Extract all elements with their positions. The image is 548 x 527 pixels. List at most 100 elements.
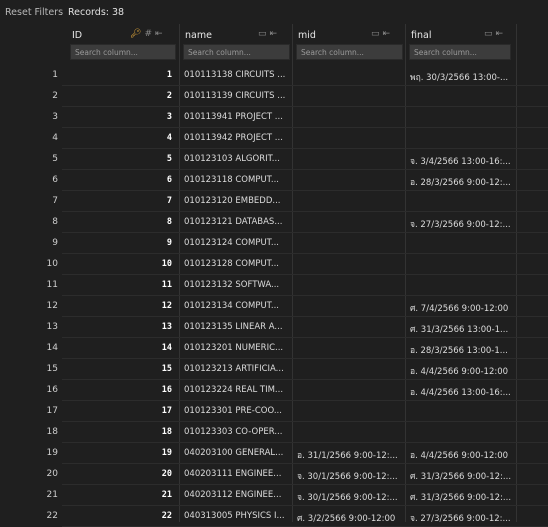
- name-search-input[interactable]: [183, 44, 290, 60]
- cell-name[interactable]: 010123213 ARTIFICIA...: [184, 364, 288, 374]
- hash-icon[interactable]: #: [144, 29, 152, 39]
- cell-id[interactable]: 20: [162, 469, 172, 479]
- cell-id[interactable]: 12: [162, 301, 172, 311]
- table-row[interactable]: 7 7 010123120 EMBEDD...: [0, 191, 548, 212]
- pin-icon[interactable]: ⇤: [270, 29, 278, 39]
- cell-final[interactable]: อ. 4/4/2566 13:00-16:...: [410, 385, 542, 399]
- cell-id[interactable]: 18: [162, 427, 172, 437]
- table-row[interactable]: 15 15 010123213 ARTIFICIA... อ. 4/4/2566 9:…: [0, 359, 548, 380]
- cell-final[interactable]: อ. 4/4/2566 9:00-12:00: [410, 364, 542, 378]
- cell-name[interactable]: 010123224 REAL TIM...: [184, 385, 288, 395]
- cell-id[interactable]: 7: [167, 196, 172, 206]
- cell-name[interactable]: 010123134 COMPUT...: [184, 301, 288, 311]
- cell-id[interactable]: 11: [162, 280, 172, 290]
- table-row[interactable]: 5 5 010123103 ALGORIT... จ. 3/4/2566 13:00-…: [0, 149, 548, 170]
- cell-mid[interactable]: จ. 30/1/2566 9:00-12:...: [297, 490, 403, 504]
- cell-name[interactable]: 010123103 ALGORIT...: [184, 154, 288, 164]
- table-row[interactable]: 4 4 010113942 PROJECT ...: [0, 128, 548, 149]
- table-row[interactable]: 1 1 010113138 CIRCUITS ... พฤ. 30/3/2566 13…: [0, 65, 548, 86]
- table-row[interactable]: 6 6 010123118 COMPUT... อ. 28/3/2566 9:00-1…: [0, 170, 548, 191]
- table-row[interactable]: 12 12 010123134 COMPUT... ศ. 7/4/2566 9:00-…: [0, 296, 548, 317]
- cell-id[interactable]: 5: [167, 154, 172, 164]
- cell-id[interactable]: 14: [162, 343, 172, 353]
- cell-mid[interactable]: อ. 31/1/2566 9:00-12:...: [297, 448, 403, 462]
- column-header-id[interactable]: ID: [72, 30, 82, 41]
- cell-final[interactable]: อ. 4/4/2566 9:00-12:00: [410, 448, 542, 462]
- cell-final[interactable]: จ. 27/3/2566 9:00-12:...: [410, 217, 542, 231]
- type-icon[interactable]: ▭: [371, 29, 380, 39]
- cell-name[interactable]: 040203100 GENERAL...: [184, 448, 288, 458]
- cell-final[interactable]: ศ. 31/3/2566 13:00-1...: [410, 322, 542, 336]
- cell-id[interactable]: 3: [167, 112, 172, 122]
- pin-icon[interactable]: ⇤: [155, 29, 163, 39]
- cell-id[interactable]: 21: [162, 490, 172, 500]
- table-row[interactable]: 2 2 010113139 CIRCUITS ...: [0, 86, 548, 107]
- cell-final[interactable]: จ. 27/3/2566 9:00-12:...: [410, 511, 542, 525]
- cell-id[interactable]: 8: [167, 217, 172, 227]
- cell-id[interactable]: 15: [162, 364, 172, 374]
- cell-mid[interactable]: จ. 30/1/2566 9:00-12:...: [297, 469, 403, 483]
- table-row[interactable]: 11 11 010123132 SOFTWA...: [0, 275, 548, 296]
- cell-final[interactable]: ศ. 7/4/2566 9:00-12:00: [410, 301, 542, 315]
- cell-name[interactable]: 010113139 CIRCUITS ...: [184, 91, 288, 101]
- cell-final[interactable]: อ. 28/3/2566 13:00-1...: [410, 343, 542, 357]
- pin-icon[interactable]: ⇤: [496, 29, 504, 39]
- table-row[interactable]: 16 16 010123224 REAL TIM... อ. 4/4/2566 13:…: [0, 380, 548, 401]
- table-row[interactable]: 10 10 010123128 COMPUT...: [0, 254, 548, 275]
- cell-id[interactable]: 10: [162, 259, 172, 269]
- cell-id[interactable]: 16: [162, 385, 172, 395]
- table-row[interactable]: 20 20 040203111 ENGINEE... จ. 30/1/2566 9:0…: [0, 464, 548, 485]
- cell-name[interactable]: 010113941 PROJECT ...: [184, 112, 288, 122]
- cell-name[interactable]: 010123201 NUMERIC...: [184, 343, 288, 353]
- mid-search-input[interactable]: [296, 44, 403, 60]
- table-row[interactable]: 14 14 010123201 NUMERIC... อ. 28/3/2566 13:…: [0, 338, 548, 359]
- table-row[interactable]: 17 17 010123301 PRE-COO...: [0, 401, 548, 422]
- column-header-mid[interactable]: mid: [298, 30, 316, 41]
- column-header-final[interactable]: final: [411, 30, 431, 41]
- column-header-name[interactable]: name: [185, 30, 212, 41]
- cell-name[interactable]: 040203111 ENGINEE...: [184, 469, 288, 479]
- type-icon[interactable]: ▭: [484, 29, 493, 39]
- cell-final[interactable]: ศ. 31/3/2566 9:00-12:...: [410, 469, 542, 483]
- table-row[interactable]: 9 9 010123124 COMPUT...: [0, 233, 548, 254]
- cell-id[interactable]: 1: [167, 70, 172, 80]
- cell-id[interactable]: 13: [162, 322, 172, 332]
- cell-name[interactable]: 010123118 COMPUT...: [184, 175, 288, 185]
- table-row[interactable]: 21 21 040203112 ENGINEE... จ. 30/1/2566 9:0…: [0, 485, 548, 506]
- cell-mid[interactable]: ศ. 3/2/2566 9:00-12:00: [297, 511, 403, 525]
- type-icon[interactable]: ▭: [258, 29, 267, 39]
- table-row[interactable]: 19 19 040203100 GENERAL... อ. 31/1/2566 9:0…: [0, 443, 548, 464]
- cell-final[interactable]: อ. 28/3/2566 9:00-12:...: [410, 175, 542, 189]
- pin-icon[interactable]: ⇤: [383, 29, 391, 39]
- reset-filters-button[interactable]: Reset Filters: [5, 7, 63, 18]
- cell-name[interactable]: 010123135 LINEAR A...: [184, 322, 288, 332]
- cell-name[interactable]: 010123301 PRE-COO...: [184, 406, 288, 416]
- table-row[interactable]: 13 13 010123135 LINEAR A... ศ. 31/3/2566 13…: [0, 317, 548, 338]
- table-row[interactable]: 8 8 010123121 DATABAS... จ. 27/3/2566 9:00-…: [0, 212, 548, 233]
- table-row[interactable]: 3 3 010113941 PROJECT ...: [0, 107, 548, 128]
- cell-id[interactable]: 4: [167, 133, 172, 143]
- cell-id[interactable]: 2: [167, 91, 172, 101]
- cell-name[interactable]: 010123132 SOFTWA...: [184, 280, 288, 290]
- cell-name[interactable]: 010123120 EMBEDD...: [184, 196, 288, 206]
- cell-id[interactable]: 22: [162, 511, 172, 521]
- cell-name[interactable]: 040313005 PHYSICS I...: [184, 511, 288, 521]
- table-row[interactable]: 18 18 010123303 CO-OPER...: [0, 422, 548, 443]
- table-row[interactable]: 22 22 040313005 PHYSICS I... ศ. 3/2/2566 9:…: [0, 506, 548, 527]
- cell-name[interactable]: 010113138 CIRCUITS ...: [184, 70, 288, 80]
- cell-name[interactable]: 040203112 ENGINEE...: [184, 490, 288, 500]
- cell-name[interactable]: 010123124 COMPUT...: [184, 238, 288, 248]
- cell-final[interactable]: จ. 3/4/2566 13:00-16:...: [410, 154, 542, 168]
- cell-final[interactable]: ศ. 31/3/2566 9:00-12:...: [410, 490, 542, 504]
- cell-name[interactable]: 010123303 CO-OPER...: [184, 427, 288, 437]
- cell-name[interactable]: 010123128 COMPUT...: [184, 259, 288, 269]
- final-search-input[interactable]: [409, 44, 511, 60]
- cell-id[interactable]: 17: [162, 406, 172, 416]
- cell-id[interactable]: 6: [167, 175, 172, 185]
- cell-final[interactable]: พฤ. 30/3/2566 13:00-...: [410, 70, 542, 84]
- cell-id[interactable]: 19: [162, 448, 172, 458]
- id-search-input[interactable]: [70, 44, 176, 60]
- cell-id[interactable]: 9: [167, 238, 172, 248]
- cell-name[interactable]: 010113942 PROJECT ...: [184, 133, 288, 143]
- cell-name[interactable]: 010123121 DATABAS...: [184, 217, 288, 227]
